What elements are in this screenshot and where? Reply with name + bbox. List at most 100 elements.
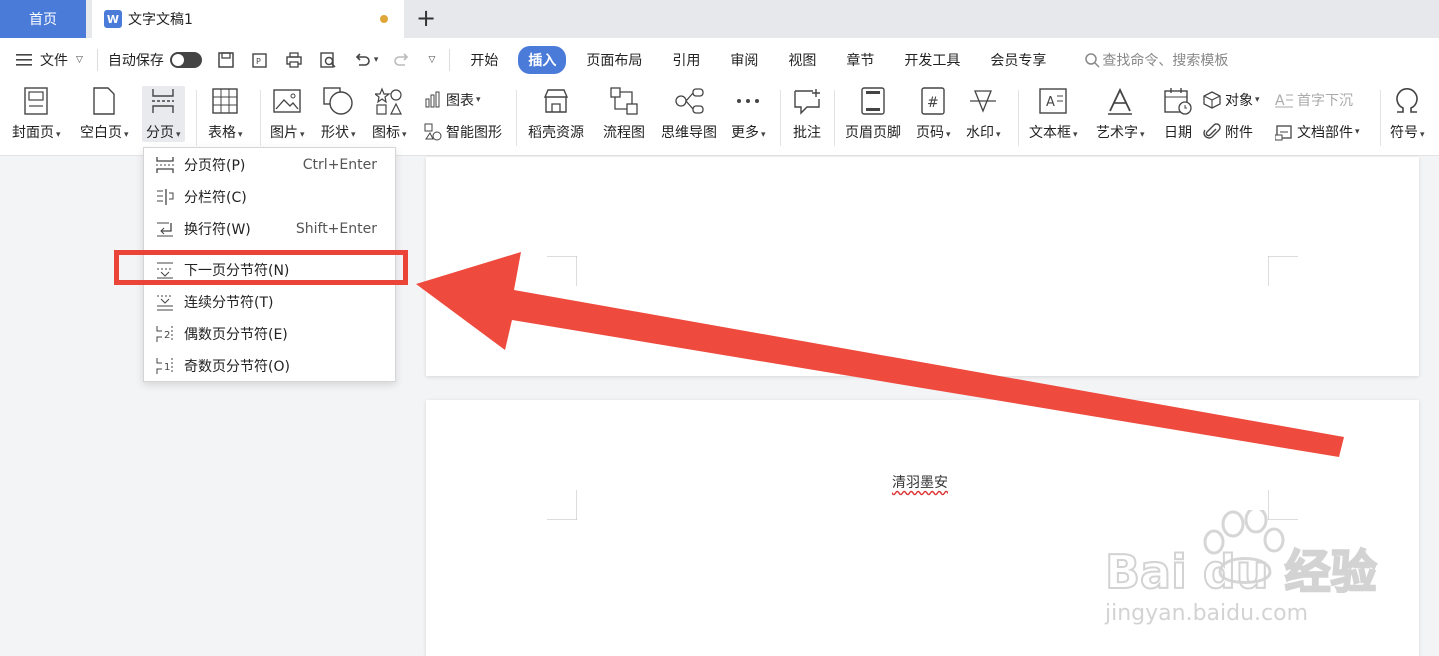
page-break-icon (148, 86, 178, 116)
new-tab-button[interactable]: + (412, 4, 440, 32)
print-preview-button[interactable] (318, 50, 338, 70)
menu-item-label: 分栏符(C) (184, 190, 247, 206)
object-cube-icon (1203, 91, 1221, 109)
header-footer-button[interactable]: 页眉页脚 (845, 86, 901, 142)
tab-page-layout[interactable]: 页面布局 (576, 46, 652, 74)
symbol-button[interactable]: 符号 ▾ (1390, 86, 1425, 142)
ribbon-divider (260, 90, 261, 146)
cover-page-label: 封面页 (12, 125, 54, 141)
icon-label: 图标 (372, 125, 400, 141)
more-button[interactable]: 更多 ▾ (731, 86, 766, 142)
comment-button[interactable]: 批注 (792, 86, 822, 142)
mindmap-label: 思维导图 (661, 125, 717, 141)
watermark-label: 水印 (966, 125, 994, 141)
tab-references[interactable]: 引用 (662, 46, 710, 74)
hamburger-icon (14, 50, 34, 70)
menu-item-even-page-section-break[interactable]: 2 偶数页分节符(E) (144, 319, 395, 349)
page-number-button[interactable]: # 页码 ▾ (916, 86, 951, 142)
svg-text:P: P (256, 57, 261, 66)
redo-icon (392, 50, 412, 70)
page-break-label: 分页 (146, 125, 174, 141)
docer-resources-button[interactable]: 稻壳资源 (528, 86, 584, 142)
flowchart-button[interactable]: 流程图 (603, 86, 645, 142)
shape-button[interactable]: 形状 ▾ (321, 86, 356, 142)
autosave-toggle[interactable]: 自动保存 (108, 50, 202, 70)
tab-home[interactable]: 首页 (0, 0, 86, 38)
print-button[interactable] (284, 50, 304, 70)
attachment-button[interactable]: 附件 (1203, 122, 1253, 142)
quick-access-more-button[interactable]: ▽ (426, 55, 435, 65)
watermark-brand: Bai du 经验 (1105, 545, 1377, 599)
blank-page-label: 空白页 (80, 125, 122, 141)
margin-corner-mark (1268, 256, 1298, 286)
toggle-switch[interactable] (169, 52, 202, 68)
watermark-button[interactable]: 水印 ▾ (966, 86, 1001, 142)
smart-art-button[interactable]: 智能图形 (424, 122, 502, 142)
page-number-icon: # (918, 86, 948, 116)
chevron-down-icon: ▽ (76, 55, 83, 65)
continuous-section-break-icon (154, 291, 176, 313)
icon-button[interactable]: 图标 ▾ (372, 86, 407, 142)
menu-divider (96, 49, 98, 71)
file-menu-label: 文件 (40, 53, 68, 69)
drop-cap-icon: A (1275, 91, 1293, 109)
save-button[interactable] (216, 50, 236, 70)
save-icon (216, 50, 236, 70)
export-pdf-button[interactable]: P (250, 50, 270, 70)
document-text[interactable]: 清羽墨安 (892, 472, 948, 492)
menu-item-line-break[interactable]: 换行符(W) Shift+Enter (144, 214, 395, 244)
tab-insert[interactable]: 插入 (518, 46, 567, 74)
preview-icon (318, 50, 338, 70)
wordart-icon (1105, 86, 1135, 116)
menu-item-label: 换行符(W) (184, 222, 251, 238)
redo-button[interactable] (392, 50, 412, 70)
tab-developer[interactable]: 开发工具 (894, 46, 970, 74)
shape-label: 形状 (321, 125, 349, 141)
tab-review[interactable]: 审阅 (720, 46, 768, 74)
margin-corner-mark (547, 256, 577, 286)
ribbon-divider (196, 90, 197, 146)
wordart-button[interactable]: 艺术字 ▾ (1096, 86, 1145, 142)
chart-button[interactable]: 图表 ▾ (424, 90, 481, 110)
object-button[interactable]: 对象 ▾ (1203, 90, 1260, 110)
tab-chapter[interactable]: 章节 (836, 46, 884, 74)
cover-page-button[interactable]: 封面页 ▾ (12, 86, 61, 142)
document-page-1[interactable] (426, 157, 1419, 376)
file-menu[interactable]: 文件 ▽ (14, 50, 83, 70)
tab-start[interactable]: 开始 (460, 46, 508, 74)
tab-document[interactable]: W 文字文稿1 (92, 0, 404, 38)
drop-cap-label: 首字下沉 (1297, 93, 1353, 109)
ribbon-divider (516, 90, 517, 146)
menu-item-label: 连续分节符(T) (184, 295, 274, 311)
menu-item-odd-page-section-break[interactable]: 1 奇数页分节符(O) (144, 351, 395, 381)
doc-parts-button[interactable]: 文档部件 ▾ (1275, 122, 1360, 142)
chart-label: 图表 (446, 93, 474, 109)
tab-view[interactable]: 视图 (778, 46, 826, 74)
command-search-input[interactable]: 查找命令、搜索模板 (1082, 50, 1228, 70)
tab-membership[interactable]: 会员专享 (980, 46, 1056, 74)
blank-page-button[interactable]: 空白页 ▾ (80, 86, 129, 142)
page-number-label: 页码 (916, 125, 944, 141)
menu-item-continuous-section-break[interactable]: 连续分节符(T) (144, 287, 395, 317)
page-break-button[interactable]: 分页 ▾ (142, 86, 185, 142)
ribbon-divider (780, 90, 781, 146)
omega-symbol-icon (1392, 86, 1422, 116)
date-button[interactable]: 日期 (1163, 86, 1193, 142)
unsaved-indicator-icon (380, 15, 388, 23)
drop-cap-button[interactable]: A 首字下沉 (1275, 90, 1353, 110)
textbox-label: 文本框 (1029, 125, 1071, 141)
table-button[interactable]: 表格 ▾ (208, 86, 243, 142)
menu-bar: 文件 ▽ 自动保存 P ▾ ▽ 开始 插入 页面布局 引用 审阅 视图 章节 开… (0, 38, 1439, 82)
autosave-label: 自动保存 (107, 53, 164, 69)
tab-document-label: 文字文稿1 (128, 12, 193, 28)
svg-text:A: A (1046, 95, 1055, 110)
picture-button[interactable]: 图片 ▾ (270, 86, 305, 142)
more-label: 更多 (731, 125, 759, 141)
textbox-button[interactable]: A 文本框 ▾ (1029, 86, 1078, 142)
page-break-icon (154, 154, 176, 176)
tab-home-label: 首页 (29, 12, 57, 28)
mindmap-button[interactable]: 思维导图 (661, 86, 717, 142)
menu-item-page-break[interactable]: 分页符(P) Ctrl+Enter (144, 150, 395, 180)
undo-button[interactable]: ▾ (352, 50, 378, 70)
menu-item-column-break[interactable]: 分栏符(C) (144, 182, 395, 212)
